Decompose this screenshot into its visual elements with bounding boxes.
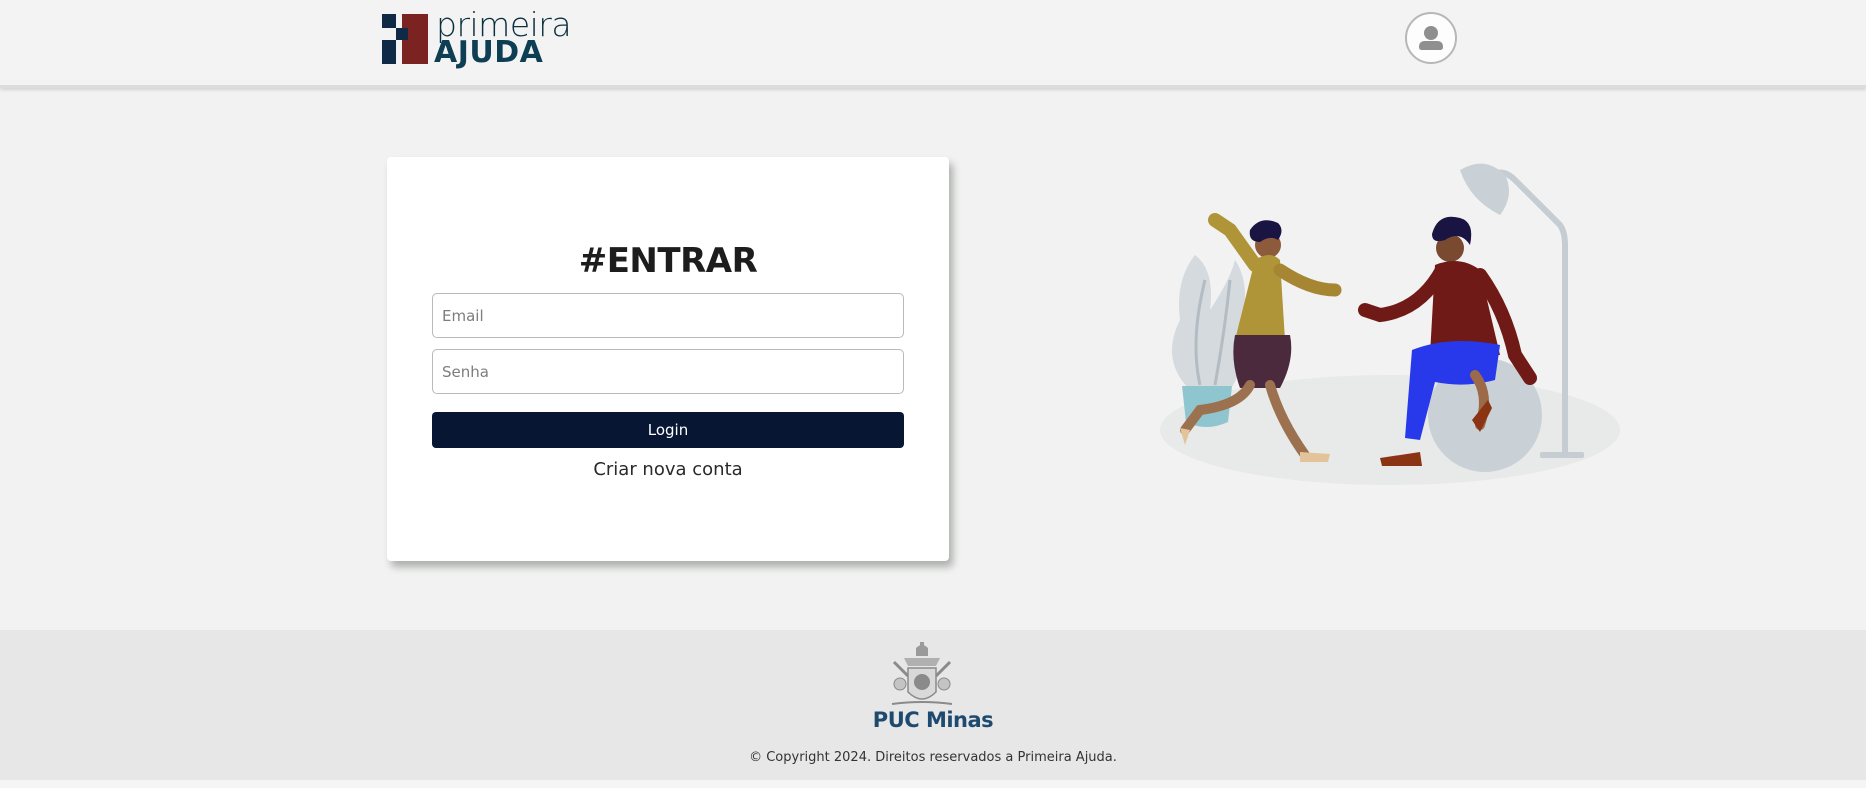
- top-header: primeira AJUDA: [0, 0, 1866, 88]
- copyright-text: © Copyright 2024. Direitos reservados a …: [749, 750, 1117, 765]
- login-button[interactable]: Login: [432, 412, 904, 448]
- logo-cross-icon: [382, 14, 428, 64]
- login-card: #ENTRAR Login Criar nova conta: [387, 157, 949, 561]
- email-input[interactable]: [432, 293, 904, 338]
- primeira-ajuda-logo[interactable]: primeira AJUDA: [382, 8, 572, 70]
- page-footer: PUC Minas © Copyright 2024. Direitos res…: [0, 630, 1866, 780]
- create-account-link[interactable]: Criar nova conta: [387, 459, 949, 480]
- user-profile-button[interactable]: [1405, 12, 1457, 64]
- login-title: #ENTRAR: [578, 241, 758, 281]
- puc-minas-logo-text: PUC Minas: [872, 708, 994, 732]
- puc-crest-icon: [891, 642, 953, 705]
- password-input[interactable]: [432, 349, 904, 394]
- user-avatar-icon: [1419, 26, 1443, 50]
- people-greeting-illustration: [1160, 163, 1620, 485]
- bottom-strip: [0, 780, 1866, 788]
- logo-text-ajuda: AJUDA: [434, 35, 544, 70]
